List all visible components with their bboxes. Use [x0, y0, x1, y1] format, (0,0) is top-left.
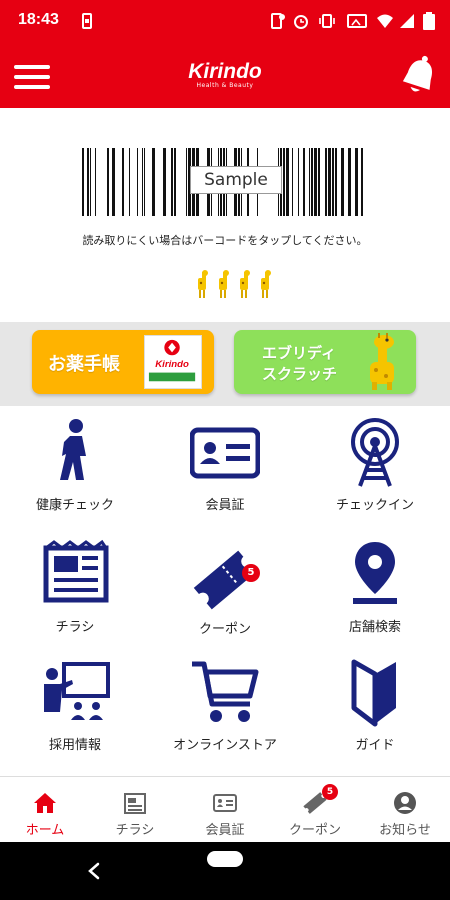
guide-label: ガイド — [355, 738, 395, 753]
medicine-notebook-banner[interactable]: お薬手帳 Kirindo — [32, 330, 214, 394]
feature-menu-grid: 健康チェック 会員証 チェックイン チラシ 5 クーポン 店舗検索 採用情報 オ… — [0, 406, 450, 776]
app-header: Kirindo Health & Beauty — [0, 44, 450, 108]
beginner-mark-icon — [351, 659, 396, 727]
battery-icon — [423, 12, 435, 30]
online-store-label: オンラインストア — [173, 738, 277, 753]
nav-home-label: ホーム — [25, 823, 65, 838]
map-pin-icon — [353, 542, 397, 604]
nav-coupon[interactable]: 5 クーポン — [270, 777, 360, 843]
recruit-button[interactable]: 採用情報 — [0, 654, 150, 774]
everyday-scratch-label: エブリディ スクラッチ — [262, 343, 337, 385]
store-search-button[interactable]: 店舗検索 — [300, 534, 450, 654]
nav-notice[interactable]: お知らせ — [360, 777, 450, 843]
nav-home[interactable]: ホーム — [0, 777, 90, 843]
home-icon — [34, 793, 56, 813]
everyday-scratch-banner[interactable]: エブリディ スクラッチ — [234, 330, 416, 394]
home-gesture-pill[interactable] — [207, 851, 243, 867]
nav-coupon-label: クーポン — [288, 823, 341, 838]
coupon-count-badge: 5 — [242, 564, 260, 582]
wifi-icon — [377, 14, 393, 28]
coupon-button[interactable]: 5 クーポン — [150, 534, 300, 654]
coupon-label: クーポン — [198, 622, 251, 637]
kirindo-notebook-icon: Kirindo — [148, 339, 196, 382]
giraffe-mascot-icon — [370, 333, 394, 390]
scratch-label-line1: エブリディ — [262, 344, 336, 362]
check-in-label: チェックイン — [335, 498, 414, 513]
flyer-button[interactable]: チラシ — [0, 534, 150, 654]
system-navigation-bar — [0, 842, 450, 900]
cast-icon — [347, 14, 367, 28]
alarm-icon — [294, 15, 308, 29]
phone-sync-icon — [271, 13, 285, 29]
nav-flyer[interactable]: チラシ — [90, 777, 180, 843]
logo-brand: Kirindo — [188, 60, 262, 83]
bottom-navigation: ホーム チラシ 会員証 5 クーポン お知らせ — [0, 776, 450, 842]
nav-notice-label: お知らせ — [379, 823, 431, 838]
giraffe-mascots-icon — [198, 270, 271, 298]
nav-member-card-label: 会員証 — [205, 823, 245, 838]
vibrate-icon — [319, 14, 335, 28]
member-card-button[interactable]: 会員証 — [150, 414, 300, 534]
member-card-icon — [213, 794, 237, 812]
shopping-cart-icon — [192, 661, 259, 722]
user-circle-icon — [394, 792, 416, 814]
member-barcode-card[interactable]: Sample 読み取りにくい場合はバーコードをタップしてください。 — [0, 108, 450, 322]
signal-icon — [400, 14, 414, 28]
barcode-sample-label: Sample — [190, 166, 282, 194]
online-store-button[interactable]: オンラインストア — [150, 654, 300, 774]
kirindo-logo: Kirindo Health & Beauty — [0, 60, 450, 89]
scratch-label-line2: スクラッチ — [262, 365, 338, 383]
newspaper-icon — [124, 793, 146, 814]
nav-member-card[interactable]: 会員証 — [180, 777, 270, 843]
recruit-label: 採用情報 — [48, 738, 101, 753]
radio-tower-icon — [351, 418, 399, 487]
medicine-notebook-label: お薬手帳 — [48, 354, 120, 375]
member-card-label: 会員証 — [205, 498, 245, 513]
back-icon[interactable] — [84, 860, 104, 882]
health-check-button[interactable]: 健康チェック — [0, 414, 150, 534]
flyer-label: チラシ — [55, 620, 95, 635]
logo-tagline: Health & Beauty — [196, 82, 254, 89]
nav-coupon-badge: 5 — [322, 784, 338, 800]
presentation-board-icon — [44, 662, 110, 720]
status-time: 18:43 — [18, 11, 59, 28]
store-search-label: 店舗検索 — [348, 620, 401, 635]
barcode-hint-text: 読み取りにくい場合はバーコードをタップしてください。 — [82, 234, 368, 247]
status-bar: 18:43 — [0, 0, 450, 44]
medicine-notebook-image: Kirindo — [144, 335, 202, 389]
nav-flyer-label: チラシ — [115, 823, 155, 838]
walking-person-icon — [60, 419, 86, 480]
member-card-icon — [190, 427, 260, 479]
notebook-brand-text: Kirindo — [155, 359, 189, 370]
check-in-button[interactable]: チェックイン — [300, 414, 450, 534]
newspaper-icon — [43, 539, 109, 603]
health-check-label: 健康チェック — [35, 498, 114, 513]
notification-bell-icon[interactable] — [396, 54, 442, 100]
guide-button[interactable]: ガイド — [300, 654, 450, 774]
banner-strip: お薬手帳 Kirindo エブリディ スクラッチ — [0, 322, 450, 406]
battery-saver-icon — [82, 13, 92, 29]
